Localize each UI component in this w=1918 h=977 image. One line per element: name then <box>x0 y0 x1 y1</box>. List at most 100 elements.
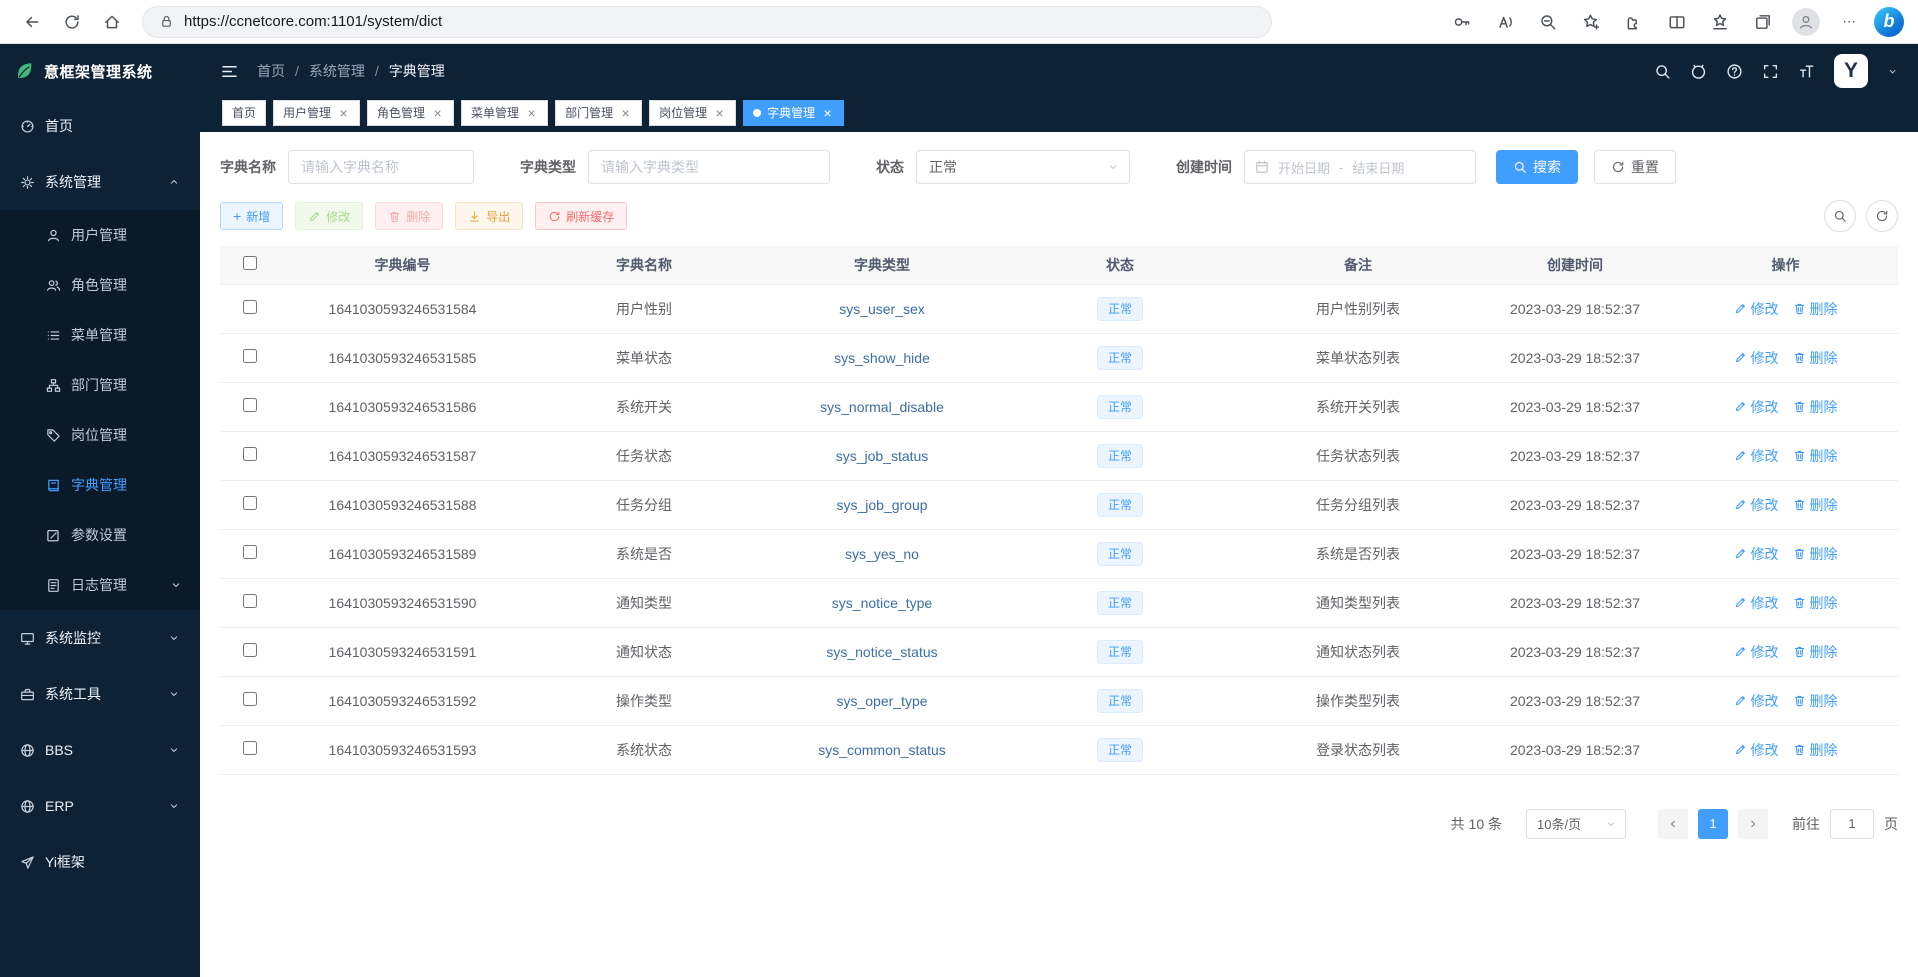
refresh-cache-button[interactable]: 刷新缓存 <box>535 202 627 230</box>
edit-link[interactable]: 修改 <box>1734 348 1779 368</box>
close-icon[interactable]: × <box>337 106 350 120</box>
dict-type-link[interactable]: sys_user_sex <box>839 301 925 317</box>
dict-type-link[interactable]: sys_oper_type <box>836 693 927 709</box>
sidebar-item-log-management[interactable]: 日志管理 <box>0 560 200 610</box>
row-checkbox[interactable] <box>243 447 257 461</box>
sidebar-item-system-monitor[interactable]: 系统监控 <box>0 610 200 666</box>
avatar[interactable]: Y <box>1834 54 1868 88</box>
select-all-checkbox[interactable] <box>243 256 257 270</box>
read-aloud-icon[interactable] <box>1487 5 1523 39</box>
close-icon[interactable]: × <box>431 106 444 120</box>
sidebar-item-user-management[interactable]: 用户管理 <box>0 210 200 260</box>
tab-home[interactable]: 首页 <box>222 100 266 126</box>
sidebar-item-bbs[interactable]: BBS <box>0 722 200 778</box>
edit-link[interactable]: 修改 <box>1734 740 1779 760</box>
close-icon[interactable]: × <box>713 106 726 120</box>
status-select[interactable]: 正常 <box>916 150 1130 184</box>
split-screen-icon[interactable] <box>1659 5 1695 39</box>
close-icon[interactable]: × <box>619 106 632 120</box>
sidebar-toggle-icon[interactable] <box>220 62 239 81</box>
collections-icon[interactable] <box>1745 5 1781 39</box>
next-page-button[interactable]: › <box>1738 809 1768 839</box>
delete-link[interactable]: 删除 <box>1793 299 1838 319</box>
row-checkbox[interactable] <box>243 643 257 657</box>
row-checkbox[interactable] <box>243 349 257 363</box>
add-button[interactable]: +新增 <box>220 202 283 230</box>
github-icon[interactable] <box>1690 63 1707 80</box>
search-button[interactable]: 搜索 <box>1496 150 1578 184</box>
delete-link[interactable]: 删除 <box>1793 544 1838 564</box>
prev-page-button[interactable]: ‹ <box>1658 809 1688 839</box>
close-icon[interactable]: × <box>821 106 834 120</box>
browser-refresh-button[interactable] <box>54 5 90 39</box>
toggle-search-icon[interactable] <box>1824 200 1856 232</box>
sidebar-item-home[interactable]: 首页 <box>0 98 200 154</box>
edit-link[interactable]: 修改 <box>1734 446 1779 466</box>
browser-back-button[interactable] <box>14 5 50 39</box>
delete-link[interactable]: 删除 <box>1793 593 1838 613</box>
edit-link[interactable]: 修改 <box>1734 593 1779 613</box>
password-key-icon[interactable] <box>1444 5 1480 39</box>
row-checkbox[interactable] <box>243 496 257 510</box>
dict-type-input[interactable] <box>588 150 830 184</box>
sidebar-item-dict-management[interactable]: 字典管理 <box>0 460 200 510</box>
dict-type-link[interactable]: sys_yes_no <box>845 546 919 562</box>
avatar-caret-down-icon[interactable] <box>1887 66 1898 77</box>
sidebar-item-role-management[interactable]: 角色管理 <box>0 260 200 310</box>
delete-link[interactable]: 删除 <box>1793 740 1838 760</box>
zoom-icon[interactable] <box>1530 5 1566 39</box>
profile-icon[interactable] <box>1788 5 1824 39</box>
delete-link[interactable]: 删除 <box>1793 397 1838 417</box>
delete-link[interactable]: 删除 <box>1793 691 1838 711</box>
sidebar-item-dept-management[interactable]: 部门管理 <box>0 360 200 410</box>
edit-link[interactable]: 修改 <box>1734 397 1779 417</box>
date-range-picker[interactable]: 开始日期 - 结束日期 <box>1244 150 1476 184</box>
delete-link[interactable]: 删除 <box>1793 446 1838 466</box>
edit-link[interactable]: 修改 <box>1734 495 1779 515</box>
delete-button[interactable]: 删除 <box>375 202 443 230</box>
extensions-icon[interactable] <box>1616 5 1652 39</box>
row-checkbox[interactable] <box>243 692 257 706</box>
sidebar-item-yi-framework[interactable]: Yi框架 <box>0 834 200 890</box>
row-checkbox[interactable] <box>243 594 257 608</box>
favorites-icon[interactable] <box>1702 5 1738 39</box>
dict-type-link[interactable]: sys_notice_type <box>832 595 932 611</box>
row-checkbox[interactable] <box>243 398 257 412</box>
dict-name-input[interactable] <box>288 150 474 184</box>
row-checkbox[interactable] <box>243 545 257 559</box>
tab-role-management[interactable]: 角色管理× <box>367 100 454 126</box>
sidebar-item-param-settings[interactable]: 参数设置 <box>0 510 200 560</box>
sidebar-item-post-management[interactable]: 岗位管理 <box>0 410 200 460</box>
dict-type-link[interactable]: sys_job_status <box>836 448 929 464</box>
search-icon[interactable] <box>1654 63 1671 80</box>
add-favorite-icon[interactable] <box>1573 5 1609 39</box>
edit-link[interactable]: 修改 <box>1734 642 1779 662</box>
edit-link[interactable]: 修改 <box>1734 691 1779 711</box>
row-checkbox[interactable] <box>243 300 257 314</box>
sidebar-item-erp[interactable]: ERP <box>0 778 200 834</box>
row-checkbox[interactable] <box>243 741 257 755</box>
close-icon[interactable]: × <box>525 106 538 120</box>
tab-menu-management[interactable]: 菜单管理× <box>461 100 548 126</box>
dict-type-link[interactable]: sys_normal_disable <box>820 399 944 415</box>
tab-user-management[interactable]: 用户管理× <box>273 100 360 126</box>
delete-link[interactable]: 删除 <box>1793 642 1838 662</box>
tab-dept-management[interactable]: 部门管理× <box>555 100 642 126</box>
edit-link[interactable]: 修改 <box>1734 299 1779 319</box>
browser-home-button[interactable] <box>94 5 130 39</box>
delete-link[interactable]: 删除 <box>1793 495 1838 515</box>
bing-copilot-icon[interactable]: b <box>1874 7 1904 37</box>
sidebar-item-menu-management[interactable]: 菜单管理 <box>0 310 200 360</box>
delete-link[interactable]: 删除 <box>1793 348 1838 368</box>
dict-type-link[interactable]: sys_notice_status <box>826 644 937 660</box>
sidebar-item-system-management[interactable]: 系统管理 <box>0 154 200 210</box>
edit-button[interactable]: 修改 <box>295 202 363 230</box>
breadcrumb-home[interactable]: 首页 <box>257 61 285 81</box>
dict-type-link[interactable]: sys_job_group <box>836 497 927 513</box>
address-bar[interactable]: https://ccnetcore.com:1101/system/dict <box>142 6 1272 38</box>
browser-more-icon[interactable]: ⋯ <box>1831 5 1867 39</box>
font-size-icon[interactable] <box>1798 63 1815 80</box>
reset-button[interactable]: 重置 <box>1594 150 1676 184</box>
dict-type-link[interactable]: sys_show_hide <box>834 350 930 366</box>
refresh-table-icon[interactable] <box>1866 200 1898 232</box>
